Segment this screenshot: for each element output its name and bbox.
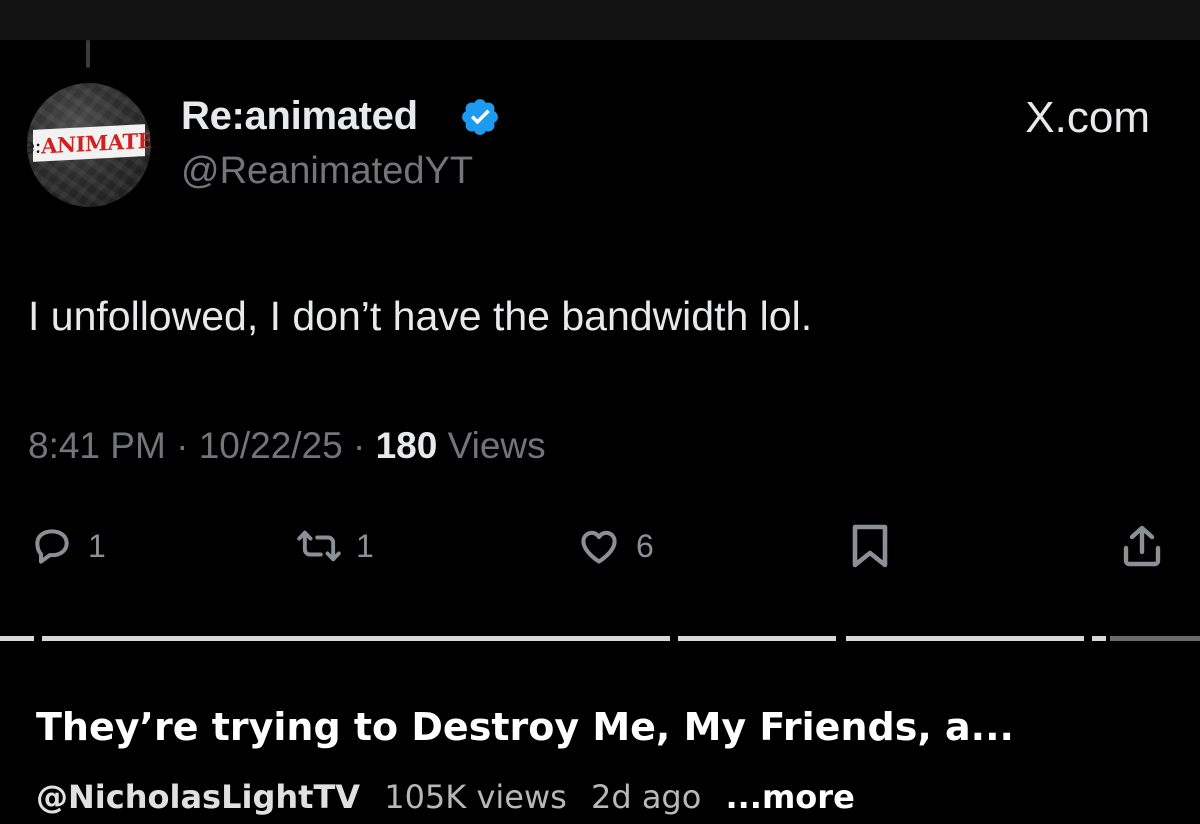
heart-icon bbox=[581, 530, 617, 564]
post-time[interactable]: 8:41 PM bbox=[28, 425, 166, 466]
story-progress-bar bbox=[0, 634, 1200, 642]
avatar[interactable]: Re: ANIMATED bbox=[27, 83, 151, 207]
verified-badge-icon bbox=[462, 99, 498, 135]
progress-segment bbox=[846, 636, 1084, 641]
share-button[interactable] bbox=[1118, 514, 1166, 578]
meta-separator: · bbox=[353, 425, 366, 466]
brand-label: X.com bbox=[1025, 93, 1150, 142]
progress-segment bbox=[0, 636, 34, 641]
like-count: 6 bbox=[636, 527, 654, 564]
like-button[interactable]: 6 bbox=[576, 514, 654, 578]
thread-connector-line bbox=[86, 40, 90, 68]
reply-count: 1 bbox=[88, 527, 106, 564]
meta-separator: · bbox=[176, 425, 189, 466]
reply-button[interactable]: 1 bbox=[30, 514, 106, 578]
video-age: 2d ago bbox=[590, 778, 702, 816]
display-name[interactable]: Re:animated bbox=[181, 92, 418, 140]
more-button[interactable]: ...more bbox=[725, 778, 854, 816]
views-label: Views bbox=[447, 425, 546, 466]
progress-segment bbox=[678, 636, 836, 641]
progress-segment bbox=[1092, 636, 1106, 641]
video-title[interactable]: They’re trying to Destroy Me, My Friends… bbox=[36, 700, 1014, 754]
repost-count: 1 bbox=[356, 527, 374, 564]
progress-segment-remaining bbox=[1110, 636, 1200, 641]
video-meta: @NicholasLightTV 105K views 2d ago ...mo… bbox=[36, 773, 855, 821]
post-date[interactable]: 10/22/25 bbox=[199, 425, 343, 466]
video-views: 105K views bbox=[384, 778, 567, 816]
user-handle[interactable]: @ReanimatedYT bbox=[181, 148, 473, 194]
repost-button[interactable]: 1 bbox=[296, 514, 374, 578]
repost-icon bbox=[297, 530, 341, 562]
progress-segment bbox=[42, 636, 670, 641]
reply-icon bbox=[35, 529, 69, 564]
bookmark-icon bbox=[852, 524, 888, 568]
post-text: I unfollowed, I don’t have the bandwidth… bbox=[28, 293, 813, 339]
views-count: 180 bbox=[375, 425, 438, 466]
avatar-logo: Re: ANIMATED bbox=[27, 124, 151, 162]
post-meta: 8:41 PM · 10/22/25 · 180 Views bbox=[28, 422, 546, 470]
bookmark-button[interactable] bbox=[848, 514, 892, 578]
share-icon bbox=[1123, 525, 1161, 567]
channel-name[interactable]: @NicholasLightTV bbox=[36, 778, 360, 816]
top-status-strip bbox=[0, 0, 1200, 40]
post-actions: 1 1 6 bbox=[0, 514, 1200, 578]
